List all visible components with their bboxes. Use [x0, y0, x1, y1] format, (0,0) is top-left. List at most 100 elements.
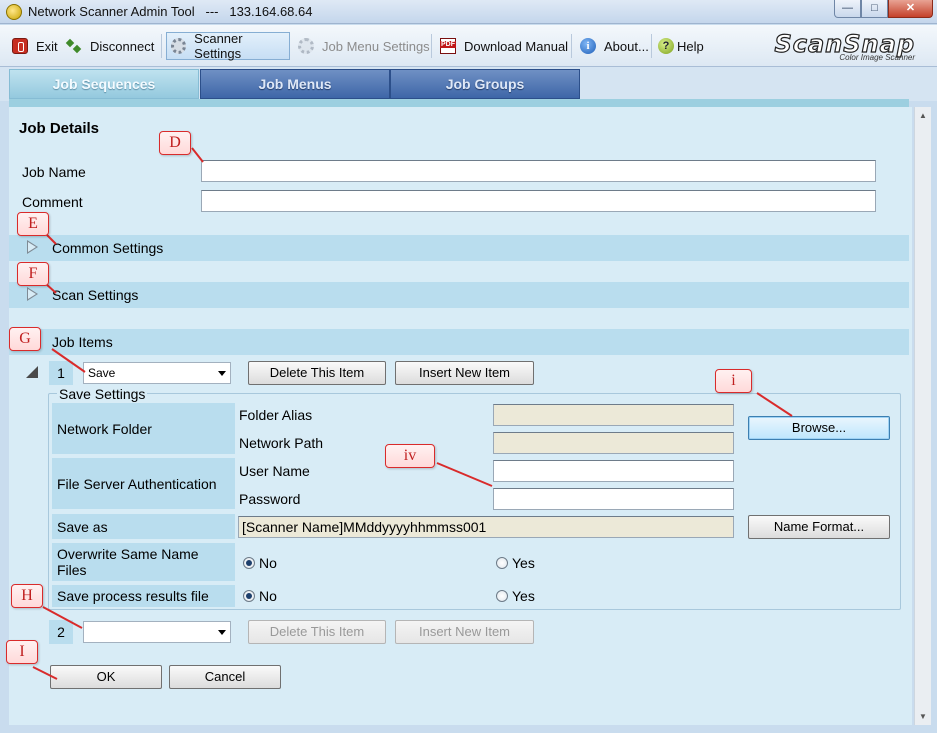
process-results-label: Save process results file [52, 585, 235, 607]
maximize-button[interactable]: □ [861, 0, 888, 18]
pdf-icon [440, 38, 456, 54]
download-manual-button[interactable]: Download Manual [436, 32, 572, 60]
overwrite-label-line1: Overwrite Same Name [57, 546, 199, 562]
close-button[interactable]: ✕ [888, 0, 933, 18]
exit-button[interactable]: Exit [8, 32, 62, 60]
network-path-label: Network Path [239, 435, 324, 451]
scanner-settings-label: Scanner Settings [194, 31, 243, 61]
network-folder-label: Network Folder [52, 403, 235, 454]
disconnect-label: Disconnect [90, 38, 155, 54]
callout-h: H [11, 584, 43, 608]
item-type-select[interactable]: Save [83, 362, 231, 384]
job-name-field[interactable] [201, 160, 876, 182]
scansnap-logo: ScanSnap Color Image Scanner [774, 30, 915, 62]
network-path-field [493, 432, 734, 454]
delete-item-button[interactable]: Delete This Item [248, 361, 386, 385]
disconnect-button[interactable]: Disconnect [62, 32, 158, 60]
password-field[interactable] [493, 488, 734, 510]
tab-job-sequences[interactable]: Job Sequences [9, 69, 199, 99]
job-menu-settings-button[interactable]: Job Menu Settings [294, 32, 434, 60]
toolbar: Exit Disconnect Scanner Settings Job Men… [0, 25, 937, 67]
job-details-heading: Job Details [19, 120, 100, 137]
expand-arrow-icon[interactable] [27, 287, 38, 301]
disconnect-icon [66, 38, 82, 54]
collapse-arrow-icon[interactable] [26, 366, 38, 378]
password-label: Password [239, 491, 301, 507]
callout-i-upper: I [6, 640, 38, 664]
save-settings-title: Save Settings [57, 386, 148, 402]
delete-item-button: Delete This Item [248, 620, 386, 644]
scanner-settings-button[interactable]: Scanner Settings [166, 31, 290, 61]
ok-button[interactable]: OK [50, 665, 162, 689]
scan-settings-label[interactable]: Scan Settings [52, 287, 138, 303]
gear-icon [171, 38, 187, 54]
job-items-label: Job Items [52, 334, 113, 350]
about-label: About... [604, 38, 649, 54]
callout-f: F [17, 262, 49, 286]
job-menu-settings-label: Job Menu Settings [322, 38, 430, 54]
callout-g: G [9, 327, 41, 351]
overwrite-no-label[interactable]: No [259, 555, 277, 571]
folder-alias-label: Folder Alias [239, 407, 313, 423]
download-manual-label: Download Manual [464, 38, 569, 54]
save-as-label: Save as [52, 514, 235, 539]
scroll-up-icon[interactable]: ▲ [919, 111, 927, 120]
toolbar-separator [161, 34, 162, 58]
overwrite-files-label: Overwrite Same Name Files [52, 543, 235, 581]
job-name-label: Job Name [22, 164, 86, 180]
minimize-button[interactable]: — [834, 0, 861, 18]
overwrite-no-radio[interactable] [243, 557, 255, 569]
user-name-field[interactable] [493, 460, 734, 482]
process-results-yes-label[interactable]: Yes [512, 588, 535, 604]
exit-label: Exit [36, 38, 58, 54]
scan-settings-bar[interactable] [9, 282, 909, 308]
file-server-auth-label: File Server Authentication [52, 458, 235, 509]
item-number: 2 [49, 620, 73, 644]
process-results-no-radio[interactable] [243, 590, 255, 602]
item-type-select[interactable] [83, 621, 231, 643]
callout-e: E [17, 212, 49, 236]
chevron-down-icon [218, 630, 226, 635]
name-format-button[interactable]: Name Format... [748, 515, 890, 539]
item-type-value: Save [88, 366, 116, 380]
overwrite-yes-radio[interactable] [496, 557, 508, 569]
vertical-scrollbar[interactable]: ▲ ▼ [914, 107, 931, 725]
gear-icon [298, 38, 314, 54]
expand-arrow-icon[interactable] [27, 240, 38, 254]
help-button[interactable]: ? Help [654, 32, 708, 60]
overwrite-yes-label[interactable]: Yes [512, 555, 535, 571]
save-as-field: [Scanner Name]MMddyyyyhhmmss001 [238, 516, 734, 538]
help-icon: ? [658, 38, 674, 54]
browse-button[interactable]: Browse... [748, 416, 890, 440]
callout-d: D [159, 131, 191, 155]
exit-icon [12, 38, 28, 54]
info-icon: i [580, 38, 596, 54]
comment-label: Comment [22, 194, 83, 210]
tab-job-groups[interactable]: Job Groups [390, 69, 580, 99]
app-icon [6, 4, 22, 20]
logo-brand: ScanSnap [774, 30, 915, 58]
process-results-no-label[interactable]: No [259, 588, 277, 604]
insert-item-button: Insert New Item [395, 620, 534, 644]
about-button[interactable]: i About... [576, 32, 653, 60]
help-label: Help [677, 38, 704, 54]
common-settings-label[interactable]: Common Settings [52, 240, 163, 256]
scroll-down-icon[interactable]: ▼ [919, 712, 927, 721]
tab-underline [9, 99, 909, 107]
user-name-label: User Name [239, 463, 310, 479]
callout-i-lower: i [715, 369, 752, 393]
title-bar: Network Scanner Admin Tool --- 133.164.6… [0, 0, 937, 24]
chevron-down-icon [218, 371, 226, 376]
tab-job-menus[interactable]: Job Menus [200, 69, 390, 99]
item-number: 1 [49, 361, 73, 385]
process-results-yes-radio[interactable] [496, 590, 508, 602]
overwrite-label-line2: Files [57, 562, 87, 578]
insert-item-button[interactable]: Insert New Item [395, 361, 534, 385]
comment-field[interactable] [201, 190, 876, 212]
toolbar-separator [571, 34, 572, 58]
job-items-bar [9, 329, 909, 355]
toolbar-separator [651, 34, 652, 58]
cancel-button[interactable]: Cancel [169, 665, 281, 689]
window-controls: — □ ✕ [834, 0, 933, 19]
folder-alias-field [493, 404, 734, 426]
